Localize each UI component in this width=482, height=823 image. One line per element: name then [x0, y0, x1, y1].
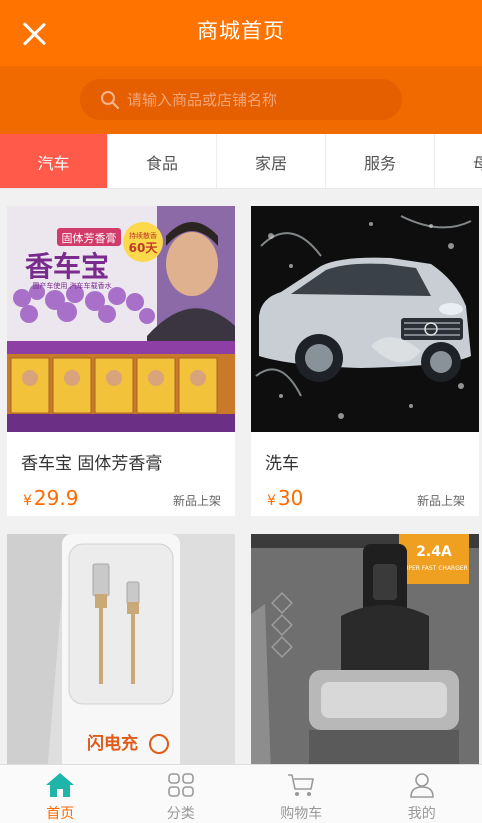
tab-mother[interactable]: 母 — [435, 134, 482, 188]
bottom-nav: 首页 分类 购物车 我的 — [0, 764, 482, 823]
category-tabs: 汽车 食品 家居 服务 母 — [0, 134, 482, 189]
nav-cart[interactable]: 购物车 — [241, 765, 362, 823]
product-card[interactable]: 2.4A SUPER FAST CHARGER — [251, 534, 479, 764]
svg-text:香车宝: 香车宝 — [25, 250, 109, 283]
tab-food[interactable]: 食品 — [108, 134, 217, 188]
nav-category[interactable]: 分类 — [121, 765, 242, 823]
product-card[interactable]: 洗车 ¥30 新品上架 — [251, 206, 479, 516]
product-name: 香车宝 固体芳香膏 — [21, 454, 163, 474]
user-icon — [409, 773, 434, 798]
product-image: 闪电充 — [7, 534, 235, 764]
tab-car[interactable]: 汽车 — [0, 134, 108, 188]
new-arrival-tag: 新品上架 — [416, 494, 465, 508]
product-image: 固体芳香膏 香车宝 国产车使用 汽车车载香水 持续散香 60天 — [7, 206, 235, 432]
product-price: ¥29.9 — [23, 486, 79, 510]
search-bar — [0, 66, 482, 134]
nav-home[interactable]: 首页 — [0, 765, 121, 823]
tab-service[interactable]: 服务 — [326, 134, 435, 188]
category-icon — [167, 773, 194, 797]
product-price: ¥30 — [267, 486, 304, 510]
search-icon — [101, 90, 120, 109]
home-icon — [46, 773, 75, 797]
nav-mine[interactable]: 我的 — [362, 765, 482, 823]
search-box[interactable] — [80, 79, 402, 120]
svg-text:SUPER FAST CHARGER: SUPER FAST CHARGER — [400, 565, 468, 572]
svg-text:持续散香: 持续散香 — [129, 231, 157, 240]
top-bar: 商城首页 — [0, 0, 482, 66]
new-arrival-tag: 新品上架 — [172, 494, 221, 508]
svg-text:闪电充: 闪电充 — [87, 733, 138, 754]
product-image: 2.4A SUPER FAST CHARGER — [251, 534, 479, 764]
page-title: 商城首页 — [197, 19, 285, 43]
svg-text:60天: 60天 — [129, 241, 159, 255]
tab-home[interactable]: 家居 — [217, 134, 326, 188]
product-card[interactable]: 闪电充 — [7, 534, 235, 764]
svg-text:2.4A: 2.4A — [416, 544, 452, 560]
svg-text:固体芳香膏: 固体芳香膏 — [62, 231, 117, 245]
svg-text:国产车使用 汽车车载香水: 国产车使用 汽车车载香水 — [32, 281, 111, 290]
product-grid: 固体芳香膏 香车宝 国产车使用 汽车车载香水 持续散香 60天 香车宝 固体芳香… — [0, 189, 482, 764]
search-input[interactable] — [127, 90, 387, 109]
product-image — [251, 206, 479, 432]
product-name: 洗车 — [265, 454, 299, 474]
product-card[interactable]: 固体芳香膏 香车宝 国产车使用 汽车车载香水 持续散香 60天 香车宝 固体芳香… — [7, 206, 235, 516]
cart-icon — [288, 774, 315, 796]
